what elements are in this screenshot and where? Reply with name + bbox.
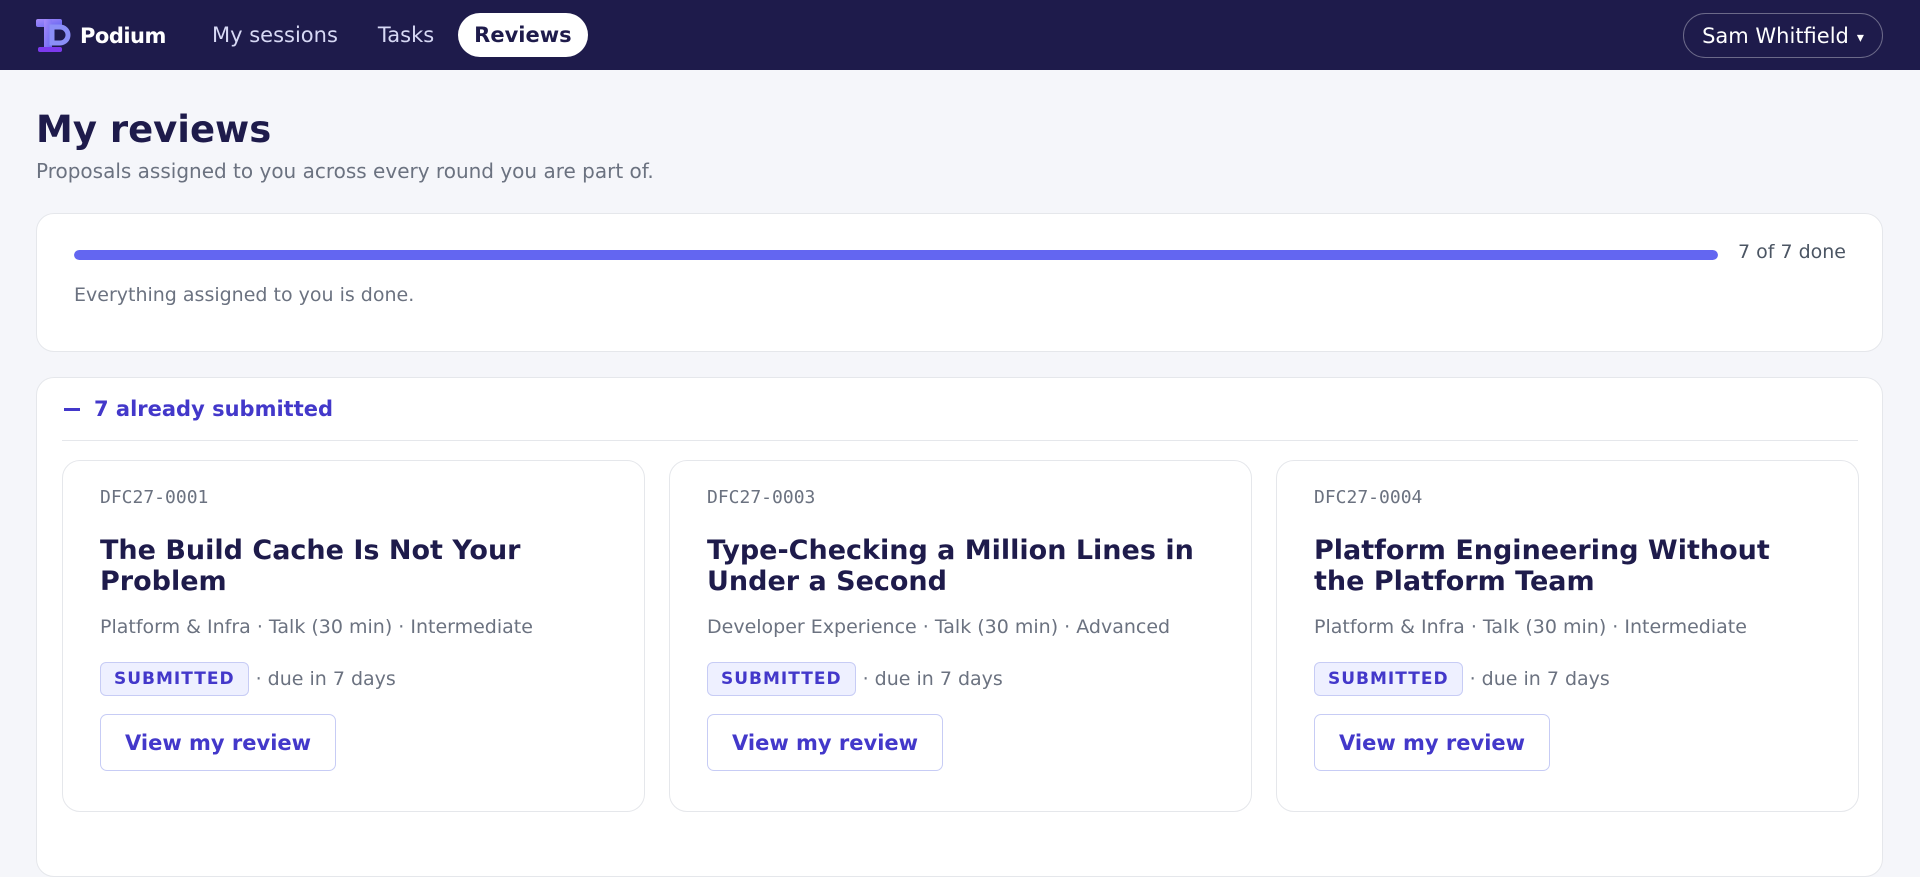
proposal-code: DFC27-0001	[100, 487, 209, 508]
proposal-meta: Developer Experience · Talk (30 min) · A…	[707, 616, 1171, 638]
proposal-meta: Platform & Infra · Talk (30 min) · Inter…	[100, 616, 533, 638]
user-menu-button[interactable]: Sam Whitfield ▾	[1683, 13, 1883, 58]
user-name: Sam Whitfield	[1702, 23, 1849, 48]
progress-card: 7 of 7 done Everything assigned to you i…	[36, 213, 1883, 352]
proposal-code: DFC27-0003	[707, 487, 816, 508]
due-text: · due in 7 days	[1469, 668, 1610, 690]
progress-count: 7 of 7 done	[1737, 241, 1846, 263]
status-badge: SUBMITTED	[707, 662, 856, 696]
submitted-section-title: 7 already submitted	[94, 397, 334, 421]
progress-bar	[74, 250, 1718, 260]
proposal-meta: Platform & Infra · Talk (30 min) · Inter…	[1314, 616, 1747, 638]
progress-message: Everything assigned to you is done.	[74, 284, 415, 306]
status-row: SUBMITTED · due in 7 days	[707, 662, 1003, 696]
caret-down-icon: ▾	[1856, 29, 1864, 46]
view-my-review-button[interactable]: View my review	[1314, 714, 1551, 771]
view-my-review-button[interactable]: View my review	[100, 714, 337, 771]
status-row: SUBMITTED · due in 7 days	[1314, 662, 1610, 696]
proposal-title: The Build Cache Is Not Your Problem	[100, 535, 521, 597]
submitted-section-toggle[interactable]: 7 already submitted	[62, 378, 1858, 441]
view-my-review-button[interactable]: View my review	[707, 714, 944, 771]
status-badge: SUBMITTED	[1314, 662, 1463, 696]
due-text: · due in 7 days	[862, 668, 1003, 690]
status-row: SUBMITTED · due in 7 days	[100, 662, 396, 696]
proposal-title: Type-Checking a Million Lines in Under a…	[707, 535, 1194, 597]
due-text: · due in 7 days	[255, 668, 396, 690]
app-logo[interactable]: Podium	[34, 17, 166, 54]
main-nav: My sessions Tasks Reviews	[196, 13, 596, 57]
app-name: Podium	[80, 23, 166, 48]
top-navigation-bar: Podium My sessions Tasks Reviews Sam Whi…	[0, 0, 1920, 70]
review-card: DFC27-0001 The Build Cache Is Not Your P…	[62, 460, 645, 812]
minus-icon	[64, 407, 80, 411]
submitted-reviews-panel: 7 already submitted DFC27-0001 The Build…	[36, 377, 1883, 877]
status-badge: SUBMITTED	[100, 662, 249, 696]
review-card: DFC27-0004 Platform Engineering Without …	[1276, 460, 1859, 812]
nav-item-tasks[interactable]: Tasks	[362, 13, 450, 57]
page-subtitle: Proposals assigned to you across every r…	[36, 159, 654, 183]
proposal-title: Platform Engineering Without the Platfor…	[1314, 535, 1770, 597]
nav-item-my-sessions[interactable]: My sessions	[196, 13, 354, 57]
review-card: DFC27-0003 Type-Checking a Million Lines…	[669, 460, 1252, 812]
page-title: My reviews	[36, 108, 272, 151]
podium-logo-icon	[36, 19, 71, 52]
nav-item-reviews[interactable]: Reviews	[458, 13, 588, 57]
proposal-code: DFC27-0004	[1314, 487, 1423, 508]
progress-bar-fill	[74, 250, 1718, 260]
